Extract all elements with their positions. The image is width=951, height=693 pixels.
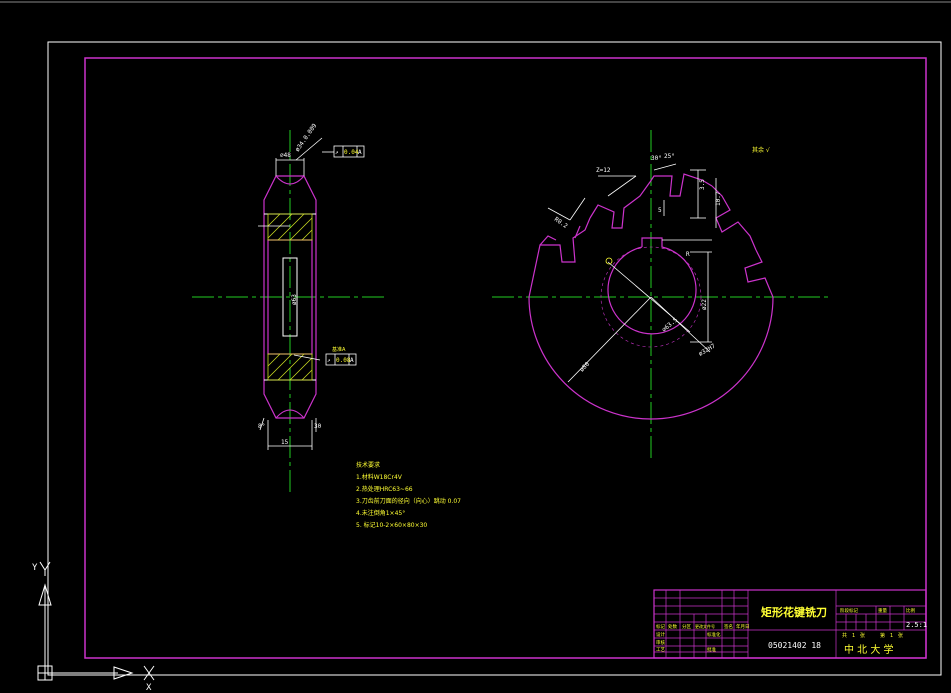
title-block[interactable]: 标记 处数 分区 更改文件号 签名 年月日 设计 标准化 审核 工艺 批准 矩形… — [653, 589, 927, 659]
tb-cell: 设计 — [656, 631, 665, 638]
sheet-label: 第 — [880, 632, 885, 639]
tolerance-top-datum: A — [358, 149, 362, 156]
note-line: 2.热处理HRC63~66 — [356, 485, 413, 493]
scale-value: 2.5:1 — [906, 621, 927, 629]
drawing-name: 矩形花键铣刀 — [761, 605, 827, 619]
tolerance-frame-top: ↗ 0.04 A — [333, 145, 365, 158]
tb-header: 签名 — [724, 623, 733, 630]
tb-right-header: 比例 — [906, 607, 915, 614]
note-line: 1.材料W18Cr4V — [356, 473, 403, 481]
tb-cell: 标准化 — [707, 631, 721, 638]
dim-top-label: ∅48 — [280, 152, 291, 159]
tb-header: 处数 — [668, 623, 677, 630]
section-dimensions — [258, 137, 334, 450]
tb-right-header: 阶段标记 — [840, 607, 858, 614]
bore-dim-label: ø22 — [701, 299, 708, 310]
pointer-dim-label: R — [686, 251, 690, 258]
tb-header: 更改文件号 — [695, 623, 715, 629]
tolerance-bottom-datum: A — [350, 357, 354, 364]
drawing-number: 05021402 18 — [768, 641, 821, 650]
notes-title: 技术要求 — [356, 461, 380, 469]
sheet-number: 1 — [890, 633, 893, 639]
tb-cell: 批准 — [707, 646, 716, 653]
bore-dim-2-label: ø32H7 — [698, 342, 717, 357]
small-dim-label: 5 — [658, 207, 662, 214]
sheet-label: 共 — [842, 632, 847, 639]
section-view[interactable]: ∅48 ø34.0.009 15 30 8° ø63 ↗ 0.04 A ↗ 0.… — [192, 122, 388, 492]
cad-model-space[interactable]: X Y ∅48 ø34.0.009 15 30 8° ø63 ↗ 0.04 A … — [0, 0, 951, 693]
dim-right-label: 30 — [314, 423, 322, 430]
outer-dim-label: ø80 — [578, 361, 591, 374]
front-dimensions — [547, 163, 717, 383]
ucs-icon — [37, 561, 155, 681]
tolerance-bottom-value: 0.08 — [336, 357, 351, 364]
ucs-y-label: Y — [32, 563, 38, 573]
key-dim-label: 10.7 — [715, 191, 722, 206]
technical-notes[interactable]: 技术要求 1.材料W18Cr4V 2.热处理HRC63~66 3.刀齿前刀面的径… — [356, 461, 461, 529]
bore-with-keyway — [607, 237, 697, 335]
tb-header: 分区 — [682, 623, 691, 630]
sheet-label: 张 — [860, 632, 865, 639]
front-view[interactable]: Z=12 30° 25° R0.2 10.7 3.5 ø22 ø32H7 ø80… — [492, 130, 830, 462]
teeth-count-label: Z=12 — [596, 167, 611, 174]
tb-header: 标记 — [656, 623, 665, 630]
dim-bottom-label: 15 — [281, 439, 289, 446]
tb-header: 年月日 — [736, 623, 750, 630]
dim-left-label: 8° — [258, 423, 265, 430]
note-line: 4.未注倒角1×45° — [356, 509, 405, 517]
runout-icon: ↗ — [327, 357, 331, 364]
angle-label-2: 25° — [664, 153, 675, 160]
tolerance-top-value: 0.04 — [344, 149, 359, 156]
tb-cell: 审核 — [656, 639, 665, 646]
key-dim-2-label: 3.5 — [699, 179, 706, 190]
pitch-dim-label: ∅63.5 — [661, 316, 680, 333]
drawing-frame — [84, 57, 927, 659]
runout-icon: ↗ — [335, 149, 339, 156]
school-name: 中 北 大 学 — [844, 643, 894, 656]
note-line: 5. 标记10-2×60×80×30 — [356, 521, 427, 529]
note-line: 3.刀齿前刀面的径向（向心）跳动 0.07 — [356, 497, 461, 505]
ucs-x-label: X — [146, 683, 152, 693]
sheet-outer-border — [47, 41, 942, 676]
dim-chamfer-label: ø34.0.009 — [294, 122, 319, 153]
angle-label: 30° — [651, 155, 662, 162]
datum-label: 基准A — [332, 346, 346, 353]
sheet-label: 张 — [898, 632, 903, 639]
dim-vertical-label: ø63 — [291, 294, 298, 305]
tb-cell: 工艺 — [656, 647, 665, 653]
tolerance-frame-bottom: ↗ 0.08 A 基准A — [325, 346, 357, 366]
sheet-total: 1 — [852, 633, 855, 639]
tb-right-header: 重量 — [878, 607, 887, 614]
surface-roughness-note: 其余 √ — [752, 146, 770, 154]
